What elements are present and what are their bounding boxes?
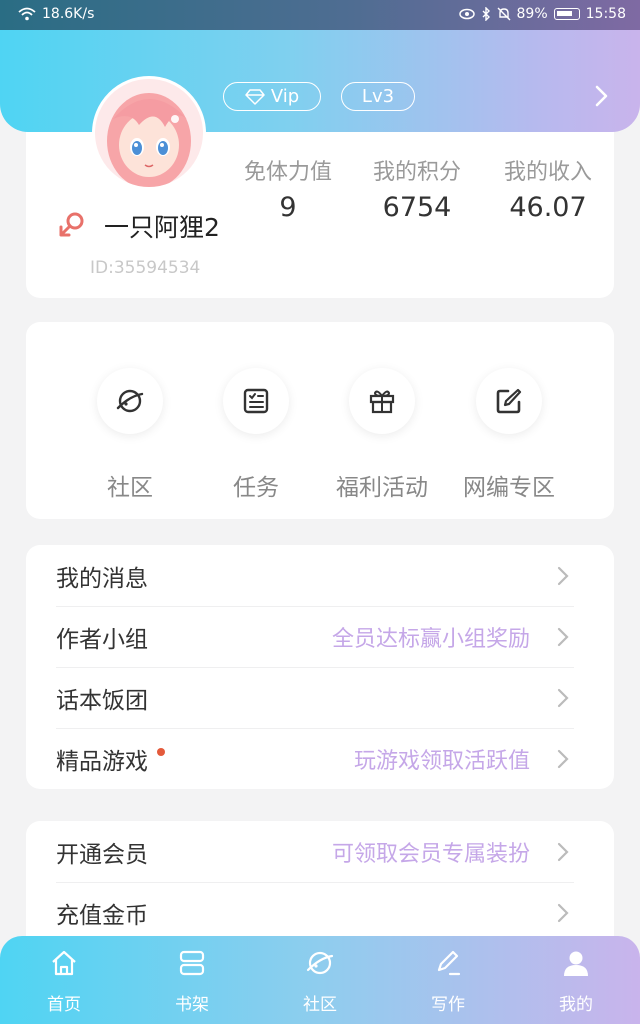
user-id: ID:35594534	[90, 258, 201, 278]
menu-item-fan-club[interactable]: 话本饭团	[26, 667, 614, 728]
user-icon	[564, 951, 588, 976]
profile-detail-chevron-icon[interactable]	[591, 84, 611, 108]
tab-community-label: 社区	[303, 995, 337, 1015]
menu-item-label: 作者小组	[56, 626, 148, 653]
chevron-right-icon	[557, 903, 569, 923]
home-icon	[52, 950, 76, 976]
pen-icon	[437, 950, 461, 976]
diamond-icon	[245, 88, 265, 105]
bluetooth-icon	[482, 7, 490, 21]
chevron-right-icon	[557, 627, 569, 647]
tab-bookshelf-label: 书架	[175, 995, 209, 1015]
tab-writing-label: 写作	[431, 995, 465, 1015]
tab-community[interactable]: 社区	[275, 948, 365, 1015]
menu-item-label: 开通会员	[56, 841, 148, 868]
clock: 15:58	[585, 6, 626, 22]
edit-square-icon	[496, 388, 522, 414]
planet-icon	[306, 951, 334, 975]
shortcut-community-label: 社区	[107, 475, 153, 501]
menu-item-recharge-coins[interactable]: 充值金币	[26, 882, 614, 943]
chevron-right-icon	[557, 688, 569, 708]
menu-item-membership[interactable]: 开通会员 可领取会员专属装扮	[26, 821, 614, 882]
tab-writing[interactable]: 写作	[403, 948, 493, 1015]
menu-item-label: 精品游戏	[56, 748, 148, 775]
menu-item-hint: 可领取会员专属装扮	[331, 841, 530, 867]
menu-item-label: 话本饭团	[56, 687, 148, 714]
shortcut-tasks-label: 任务	[233, 475, 279, 501]
notification-dot	[157, 748, 165, 756]
stat-points-label: 我的积分	[372, 160, 461, 185]
eye-icon	[458, 8, 475, 20]
tab-home-label: 首页	[47, 995, 81, 1015]
level-label: Lv3	[361, 86, 395, 107]
menu-item-label: 充值金币	[56, 902, 148, 929]
stat-income-value: 46.07	[509, 192, 587, 223]
stat-stamina[interactable]: 免体力值 9	[236, 154, 340, 223]
shortcut-editor-zone-label: 网编专区	[463, 475, 555, 501]
battery-percent: 89%	[516, 6, 548, 22]
wifi-icon	[18, 7, 36, 21]
stat-stamina-label: 免体力值	[243, 160, 332, 185]
menu-item-hint: 玩游戏领取活跃值	[353, 748, 530, 774]
menu-group-account: 我的消息 作者小组 全员达标赢小组奖励 话本饭团 精品游戏 玩游戏领取活跃值	[26, 545, 614, 789]
status-bar: 18.6K/s 89% 15:58	[0, 0, 640, 30]
chevron-right-icon	[557, 566, 569, 586]
shortcut-community[interactable]: 社区	[67, 368, 193, 502]
shortcut-card: 社区 任务 福利活动 网编专区	[26, 322, 614, 519]
menu-group-vip: 开通会员 可领取会员专属装扮 充值金币	[26, 821, 614, 951]
shortcut-welfare[interactable]: 福利活动	[319, 368, 445, 502]
chevron-right-icon	[557, 749, 569, 769]
menu-item-hint: 全员达标赢小组奖励	[331, 626, 530, 652]
vip-label: Vip	[270, 86, 300, 107]
bookshelf-icon	[179, 950, 205, 976]
menu-item-label: 我的消息	[56, 565, 148, 592]
chevron-right-icon	[557, 842, 569, 862]
username: 一只阿狸2	[104, 213, 220, 242]
menu-item-messages[interactable]: 我的消息	[26, 545, 614, 606]
stat-points-value: 6754	[382, 192, 452, 223]
shortcut-tasks[interactable]: 任务	[193, 368, 319, 502]
bell-muted-icon	[497, 7, 511, 21]
level-badge[interactable]: Lv3	[341, 82, 415, 111]
battery-icon	[553, 8, 580, 20]
avatar-image	[95, 79, 203, 187]
tab-mine-label: 我的	[559, 995, 593, 1015]
shortcut-welfare-label: 福利活动	[336, 475, 428, 501]
network-speed: 18.6K/s	[42, 6, 95, 22]
stat-income-label: 我的收入	[503, 160, 592, 185]
task-list-icon	[243, 388, 269, 414]
shortcut-editor-zone[interactable]: 网编专区	[446, 368, 572, 502]
tab-home[interactable]: 首页	[19, 948, 109, 1015]
stat-income[interactable]: 我的收入 46.07	[496, 154, 600, 223]
stat-points[interactable]: 我的积分 6754	[365, 154, 469, 223]
vip-badge[interactable]: Vip	[223, 82, 321, 111]
gift-icon	[369, 390, 395, 414]
menu-item-games[interactable]: 精品游戏 玩游戏领取活跃值	[26, 728, 614, 789]
avatar[interactable]	[92, 76, 206, 190]
gender-icon	[59, 212, 84, 237]
planet-icon	[116, 389, 144, 413]
tab-bookshelf[interactable]: 书架	[147, 948, 237, 1015]
menu-item-author-group[interactable]: 作者小组 全员达标赢小组奖励	[26, 606, 614, 667]
tab-mine[interactable]: 我的	[531, 948, 621, 1015]
bottom-tab-bar: 首页 书架 社区 写作 我的	[0, 936, 640, 1024]
stat-stamina-value: 9	[279, 192, 297, 223]
